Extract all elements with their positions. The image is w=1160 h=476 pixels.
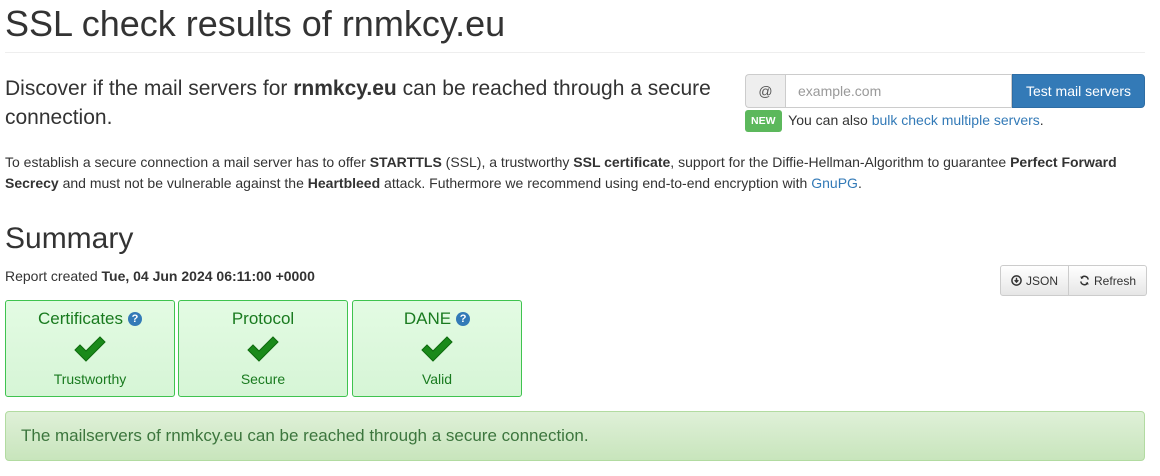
info-text-3: , support for the Diffie-Hellman-Algorit…	[670, 154, 1011, 170]
report-prefix: Report created	[5, 268, 102, 284]
protocol-card: Protocol Secure	[178, 300, 348, 397]
at-addon: @	[745, 74, 785, 108]
json-label: JSON	[1026, 273, 1059, 288]
secure-connection-alert: The mailservers of rnmkcy.eu can be reac…	[5, 411, 1145, 461]
dane-card-status: Valid	[421, 371, 453, 387]
summary-title: Summary	[5, 222, 134, 255]
question-circle-icon[interactable]: ?	[456, 312, 471, 326]
title-divider	[5, 52, 1145, 53]
info-text-5: attack. Futhermore we recommend using en…	[380, 175, 812, 191]
info-bold-ssl-certificate: SSL certificate	[573, 154, 671, 170]
bulk-check-link[interactable]: bulk check multiple servers	[872, 112, 1040, 128]
info-text-1: To establish a secure connection a mail …	[5, 154, 370, 170]
certificates-card-title: Certificates	[37, 309, 124, 328]
search-form: @ Test mail servers	[745, 74, 1145, 108]
bulk-suffix: .	[1039, 112, 1044, 128]
info-text-2: (SSL), a trustworthy	[441, 154, 574, 170]
domain-search-input[interactable]	[785, 74, 1012, 108]
protocol-card-title: Protocol	[231, 309, 295, 328]
check-icon	[247, 336, 279, 362]
new-badge: NEW	[745, 110, 782, 132]
info-text-4: and must not be vulnerable against the	[58, 175, 308, 191]
dane-card-title: DANE	[403, 309, 452, 328]
report-created: Report created Tue, 04 Jun 2024 06:11:00…	[5, 267, 315, 285]
info-text-6: .	[857, 175, 862, 191]
refresh-button[interactable]: Refresh	[1069, 265, 1148, 296]
gnupg-link[interactable]: GnuPG	[811, 175, 858, 191]
certificates-card: Certificates? Trustworthy	[5, 300, 175, 397]
report-actions: JSON Refresh	[1000, 265, 1148, 296]
bulk-text: You can also	[788, 112, 872, 128]
page-title: SSL check results of rnmkcy.eu	[5, 3, 506, 44]
info-paragraph: To establish a secure connection a mail …	[5, 152, 1145, 194]
certificates-card-status: Trustworthy	[53, 371, 127, 387]
intro-domain: rnmkcy.eu	[293, 77, 397, 100]
check-icon	[421, 336, 453, 362]
json-button[interactable]: JSON	[1000, 265, 1070, 296]
dane-card: DANE? Valid	[352, 300, 522, 397]
refresh-label: Refresh	[1094, 273, 1137, 288]
info-bold-starttls: STARTTLS	[369, 154, 442, 170]
bulk-check-line: NEW You can also bulk check multiple ser…	[745, 110, 1044, 132]
test-mail-servers-button[interactable]: Test mail servers	[1012, 74, 1145, 108]
intro-text-before: Discover if the mail servers for	[5, 77, 294, 100]
intro-text: Discover if the mail servers for rnmkcy.…	[5, 74, 725, 132]
refresh-icon	[1080, 275, 1089, 286]
question-circle-icon[interactable]: ?	[128, 312, 143, 326]
protocol-card-status: Secure	[240, 371, 286, 387]
download-circle-icon	[1011, 275, 1022, 286]
check-icon	[74, 336, 106, 362]
info-bold-heartbleed: Heartbleed	[307, 175, 381, 191]
report-date: Tue, 04 Jun 2024 06:11:00 +0000	[101, 268, 315, 284]
